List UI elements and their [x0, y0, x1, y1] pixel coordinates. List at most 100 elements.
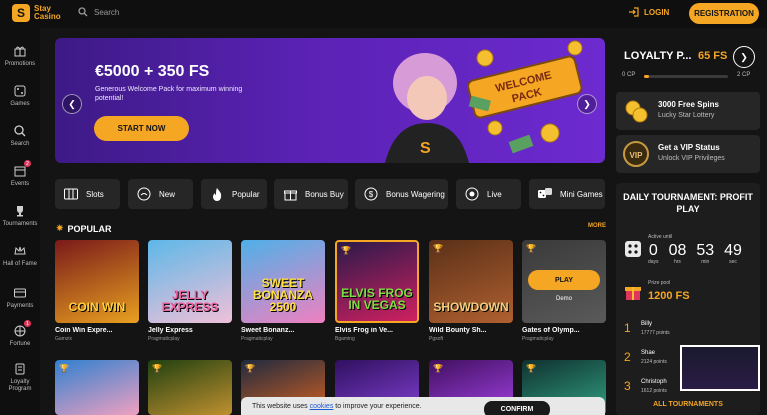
sidebar: Promotions Games Search 2 Events Tournam… [0, 28, 40, 415]
cookies-link[interactable]: cookies [310, 403, 334, 410]
category-new[interactable]: New [128, 179, 193, 209]
trophy-icon: 🏆 [341, 246, 351, 255]
chevron-right-icon: ❯ [583, 98, 591, 109]
sidebar-label: Loyalty Program [8, 379, 32, 392]
timer-unit: min [701, 259, 710, 265]
logo[interactable]: S Stay Casino [12, 4, 61, 22]
category-slots[interactable]: Slots [55, 179, 120, 209]
game-art-title: ELVIS FROG IN VEGAS [341, 286, 413, 312]
svg-text:VIP: VIP [630, 151, 644, 160]
game-art-title: COIN WIN [68, 300, 126, 314]
dice-icon [625, 241, 641, 257]
search-field[interactable]: Search [78, 7, 119, 17]
game-art[interactable]: JELLY EXPRESS [148, 240, 232, 323]
game-card[interactable]: 🏆 [148, 360, 232, 415]
sidebar-item-loyalty-program[interactable]: Loyalty Program [0, 362, 40, 393]
timer-unit: days [648, 259, 659, 265]
card-icon [13, 286, 27, 300]
prize-pool-value: 1200 FS [648, 290, 690, 302]
crown-icon [13, 244, 27, 258]
perk-subtitle: Unlock VIP Privileges [658, 155, 725, 162]
sparkle-icon: ✷ [56, 223, 64, 233]
cp-progress-bar [644, 75, 728, 78]
gift-icon [625, 287, 641, 300]
gift-icon [13, 44, 27, 58]
loyalty-title: LOYALTY P... [624, 50, 692, 62]
game-art[interactable]: COIN WIN [55, 240, 139, 323]
leader-rank: 2 [624, 350, 631, 364]
sidebar-label: Payments [6, 303, 34, 309]
game-card[interactable]: 🏆 PLAY Demo Gates of Olymp... Pragmaticp… [522, 240, 606, 342]
game-card[interactable]: JELLY EXPRESS Jelly Express Pragmaticpla… [148, 240, 232, 342]
game-card[interactable]: 🏆 SHOWDOWN Wild Bounty Sh... Pgsoft [429, 240, 513, 342]
category-bonus-wagering[interactable]: $ Bonus Wagering [355, 179, 448, 209]
countdown-timer: 0 days 08 hrs 53 min 49 sec [648, 242, 742, 266]
leader-name: Shae [641, 350, 656, 356]
sidebar-item-promotions[interactable]: Promotions [0, 44, 40, 68]
category-mini-games[interactable]: Mini Games [529, 179, 605, 209]
gift-box-icon [282, 186, 298, 202]
search-icon [13, 124, 27, 138]
loyalty-next-button[interactable]: ❯ [733, 46, 755, 68]
all-tournaments-link[interactable]: ALL TOURNAMENTS [616, 401, 760, 408]
leader-rank: 3 [624, 379, 631, 393]
game-card[interactable]: COIN WIN Coin Win Expre... Gamzix [55, 240, 139, 342]
registration-button[interactable]: REGISTRATION [689, 3, 759, 24]
game-name: Elvis Frog in Ve... [335, 327, 393, 334]
trophy-icon: 🏆 [433, 244, 443, 253]
start-now-button[interactable]: START NOW [94, 116, 189, 141]
category-label: Live [487, 189, 502, 199]
vip-status-card[interactable]: VIP Get a VIP Status Unlock VIP Privileg… [616, 135, 760, 173]
game-art-hover[interactable]: 🏆 PLAY Demo [522, 240, 606, 323]
trophy-icon: 🏆 [245, 364, 255, 373]
preview-thumbnail[interactable] [680, 345, 760, 391]
sidebar-label: Games [10, 101, 30, 107]
sidebar-item-hall-of-fame[interactable]: Hall of Fame [0, 244, 40, 268]
sidebar-item-games[interactable]: Games [0, 84, 40, 108]
category-live[interactable]: Live [456, 179, 521, 209]
sidebar-item-events[interactable]: 2 Events [0, 160, 40, 188]
game-card[interactable]: 🏆 ELVIS FROG IN VEGAS Elvis Frog in Ve..… [335, 240, 419, 342]
sidebar-label: Fortune [9, 341, 31, 347]
login-label: LOGIN [644, 7, 670, 17]
sidebar-label: Search [10, 141, 30, 147]
game-card[interactable]: 🏆 [55, 360, 139, 415]
cp-progress-fill [644, 75, 650, 78]
cp-end: 2 CP [737, 72, 751, 78]
timer-seconds: 49 [724, 242, 742, 259]
trophy-icon: 🏆 [526, 244, 536, 253]
mini-dice-icon [537, 186, 553, 202]
game-art-title: JELLY EXPRESS [161, 288, 219, 314]
category-popular[interactable]: Popular [201, 179, 267, 209]
wagering-icon: $ [363, 186, 379, 202]
category-label: Slots [86, 189, 104, 199]
play-button[interactable]: PLAY [528, 270, 600, 290]
svg-text:S: S [420, 140, 431, 157]
confirm-cookies-button[interactable]: CONFIRM [484, 401, 550, 415]
game-art[interactable]: SWEET BONANZA 2500 [241, 240, 325, 323]
timer-unit: hrs [673, 259, 681, 265]
category-bonus-buy[interactable]: Bonus Buy [274, 179, 348, 209]
banner-next-button[interactable]: ❯ [577, 94, 597, 114]
category-label: Bonus Buy [305, 189, 344, 199]
category-label: Mini Games [560, 189, 603, 199]
sidebar-item-tournaments[interactable]: Tournaments [0, 204, 40, 228]
game-card[interactable]: SWEET BONANZA 2500 Sweet Bonanz... Pragm… [241, 240, 325, 342]
game-art[interactable]: 🏆 ELVIS FROG IN VEGAS [335, 240, 419, 323]
sidebar-item-fortune[interactable]: 1 Fortune [0, 320, 40, 348]
game-art[interactable]: 🏆 SHOWDOWN [429, 240, 513, 323]
sidebar-item-payments[interactable]: Payments [0, 286, 40, 310]
sidebar-item-search[interactable]: Search [0, 124, 40, 148]
banner-prev-button[interactable]: ❮ [62, 94, 82, 114]
vip-badge-icon: VIP [622, 140, 650, 168]
trophy-icon [13, 204, 27, 218]
more-link[interactable]: MORE [588, 223, 606, 229]
login-button[interactable]: LOGIN [628, 7, 669, 17]
free-spins-card[interactable]: 3000 Free Spins Lucky Star Lottery [616, 92, 760, 130]
coins-icon [622, 97, 650, 125]
demo-link[interactable]: Demo [522, 296, 606, 302]
dice-icon [13, 84, 27, 98]
login-icon [629, 7, 639, 17]
welcome-banner[interactable]: S WELCOME PACK €5000 + 350 FS Generous W… [55, 38, 605, 163]
leader-name: Christoph [641, 379, 667, 385]
